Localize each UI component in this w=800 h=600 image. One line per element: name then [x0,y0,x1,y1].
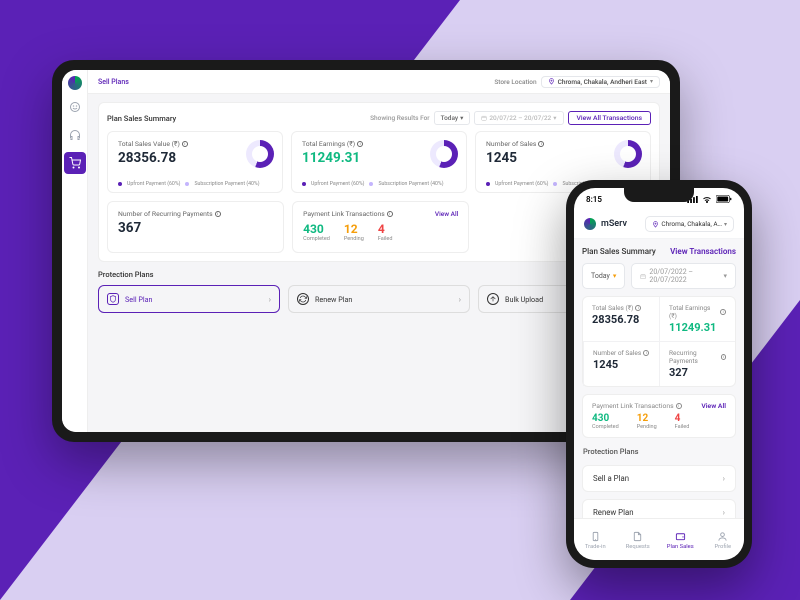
info-icon[interactable]: i [538,141,544,147]
view-all-transactions-button[interactable]: View All Transactions [568,111,651,125]
info-icon[interactable]: i [676,403,682,409]
chevron-down-icon: ▾ [553,114,556,122]
phone-device-frame: 8:15 mServ Chroma, Chakala, A… ▾ Plan Sa… [566,180,752,568]
document-icon [631,529,645,543]
sidebar-nav [62,70,88,432]
plt-view-all-link[interactable]: View All [435,210,458,218]
donut-chart-total-sales [246,140,274,168]
period-selector[interactable]: Today ▾ [434,111,471,125]
wifi-icon [701,196,713,203]
donut-chart-earnings [430,140,458,168]
info-icon[interactable]: i [720,309,726,315]
tab-requests[interactable]: Requests [617,519,660,560]
refresh-icon [297,293,309,305]
donut-chart-num-sales [614,140,642,168]
info-icon[interactable]: i [387,211,393,217]
date-range-selector[interactable]: 20/07/22 – 20/07/22 ▾ [474,111,563,125]
phone-period-selector[interactable]: Today ▾ [582,263,625,289]
kpi-card-recurring: Number of Recurring Payments i 367 [107,201,284,253]
phone-kpi-total-sales: Total Sales (₹) i 28356.78 [583,297,659,341]
brand-logo-icon [68,76,82,90]
chevron-down-icon: ▾ [613,272,617,280]
user-icon [716,529,730,543]
sidebar-item-home[interactable] [64,96,86,118]
topbar: Sell Plans Store Location Chroma, Chakal… [88,70,670,94]
view-transactions-link[interactable]: View Transactions [670,247,736,256]
phone-screen: 8:15 mServ Chroma, Chakala, A… ▾ Plan Sa… [574,188,744,560]
store-location-label: Store Location [494,78,536,86]
location-pin-icon [548,78,555,85]
calendar-icon [481,115,487,121]
chevron-right-icon: › [269,295,271,304]
phone-sell-plan-button[interactable]: Sell a Plan › [582,465,736,492]
phone-kpi-num-sales: Number of Sales i 1245 [583,341,659,386]
panel-title: Plan Sales Summary [107,114,176,123]
phone-renew-plan-button[interactable]: Renew Plan › [582,499,736,518]
phone-notch [624,188,694,202]
tab-trade-in[interactable]: Trade-in [574,519,617,560]
upload-icon [487,293,499,305]
info-icon[interactable]: i [357,141,363,147]
kpi-card-total-sales: Total Sales Value (₹) i 28356.78 Upfront… [107,131,283,193]
tab-plan-sales[interactable]: Plan Sales [659,519,702,560]
chevron-right-icon: › [723,474,725,483]
phone-plt-view-all[interactable]: View All [701,402,726,410]
location-pin-icon [652,221,659,228]
page-title: Sell Plans [98,78,129,86]
phone-date-range-selector[interactable]: 20/07/2022 – 20/07/2022 ▾ [631,263,736,289]
wallet-icon [673,529,687,543]
showing-results-label: Showing Results For [370,114,429,122]
chevron-down-icon: ▾ [724,221,727,228]
info-icon[interactable]: i [182,141,188,147]
info-icon[interactable]: i [635,305,641,311]
brand-logo-icon [584,218,596,230]
phone-header: mServ Chroma, Chakala, A… ▾ [574,210,744,239]
phone-protection-title: Protection Plans [582,445,736,458]
chevron-right-icon: › [459,295,461,304]
phone-kpi-total-earnings: Total Earnings (₹) i 11249.31 [659,297,735,341]
shield-icon [107,293,119,305]
kpi-card-payment-link: Payment Link Transactions i View All 430… [292,201,469,253]
kpi-card-total-earnings: Total Earnings (₹) i 11249.31 Upfront Pa… [291,131,467,193]
kpi-value-recurring: 367 [118,220,273,236]
brand-name: mServ [601,219,627,229]
phone-kpi-recurring: Recurring Payments i 327 [659,341,735,386]
chevron-down-icon: ▾ [650,78,653,85]
chevron-down-icon: ▾ [723,272,727,280]
sell-plan-button[interactable]: Sell Plan › [98,285,280,313]
battery-icon [716,195,732,203]
phone-plt-card: Payment Link Transactions i View All 430… [582,394,736,438]
sidebar-item-support[interactable] [64,124,86,146]
chevron-down-icon: ▾ [460,114,463,122]
renew-plan-button[interactable]: Renew Plan › [288,285,470,313]
store-location-selector[interactable]: Chroma, Chakala, Andheri East ▾ [541,76,660,88]
phone-summary-title: Plan Sales Summary [582,247,656,256]
info-icon[interactable]: i [643,350,649,356]
chevron-right-icon: › [723,508,725,517]
phone-location-selector[interactable]: Chroma, Chakala, A… ▾ [645,216,734,232]
phone-kpi-grid: Total Sales (₹) i 28356.78 Total Earning… [582,296,736,387]
info-icon[interactable]: i [721,354,726,360]
phone-device-icon [588,529,602,543]
info-icon[interactable]: i [215,211,221,217]
sidebar-item-sales[interactable] [64,152,86,174]
calendar-icon [640,273,646,280]
status-time: 8:15 [586,195,602,204]
phone-tabbar: Trade-in Requests Plan Sales Profile [574,518,744,560]
tab-profile[interactable]: Profile [702,519,745,560]
